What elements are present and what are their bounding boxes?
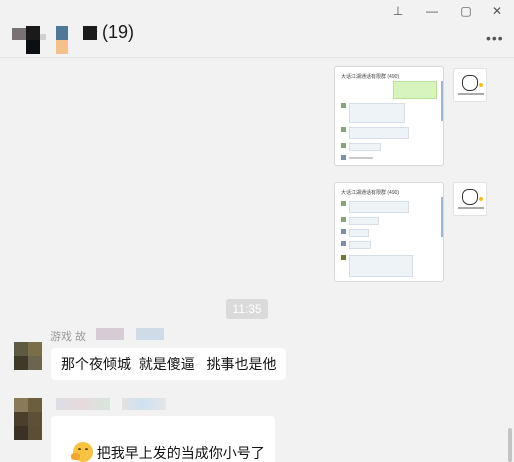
my-avatar[interactable] xyxy=(453,182,487,216)
member-count: (19) xyxy=(102,22,135,42)
group-avatar[interactable] xyxy=(12,26,72,56)
message-text: 把我早上发的当成你小号了 xyxy=(96,445,265,461)
message-bubble[interactable]: 把我早上发的当成你小号了 xyxy=(51,416,275,462)
image-message-2[interactable]: 大话江湖通话有限群 (490) xyxy=(334,182,444,282)
scrollbar[interactable] xyxy=(508,428,512,462)
image-message-1[interactable]: 大话江湖通话有限群 (490) xyxy=(334,66,444,166)
sender-name-blurred xyxy=(56,398,110,410)
message-bubble[interactable]: 那个夜倾城 就是傻逼 挑事也是他 xyxy=(51,348,287,380)
maximize-icon[interactable]: ▢ xyxy=(457,2,475,20)
sender-avatar[interactable] xyxy=(14,342,42,370)
sender-name: 游戏 故 xyxy=(50,331,87,343)
screenshot-title: 大话江湖通话有限群 (490) xyxy=(341,74,400,80)
sender-avatar[interactable] xyxy=(14,398,42,440)
close-icon[interactable]: ✕ xyxy=(488,2,506,20)
screenshot-title: 大话江湖通话有限群 (490) xyxy=(341,190,400,196)
my-avatar[interactable] xyxy=(453,68,487,102)
hugging-face-icon xyxy=(70,442,93,462)
time-divider: 11:35 xyxy=(226,299,268,319)
group-name-censored xyxy=(83,26,97,40)
minimize-icon[interactable]: — xyxy=(423,2,441,20)
more-options-icon[interactable]: ••• xyxy=(486,30,504,46)
title-bar: ⊥ — ▢ ✕ xyxy=(0,0,514,22)
pin-icon[interactable]: ⊥ xyxy=(389,2,407,20)
